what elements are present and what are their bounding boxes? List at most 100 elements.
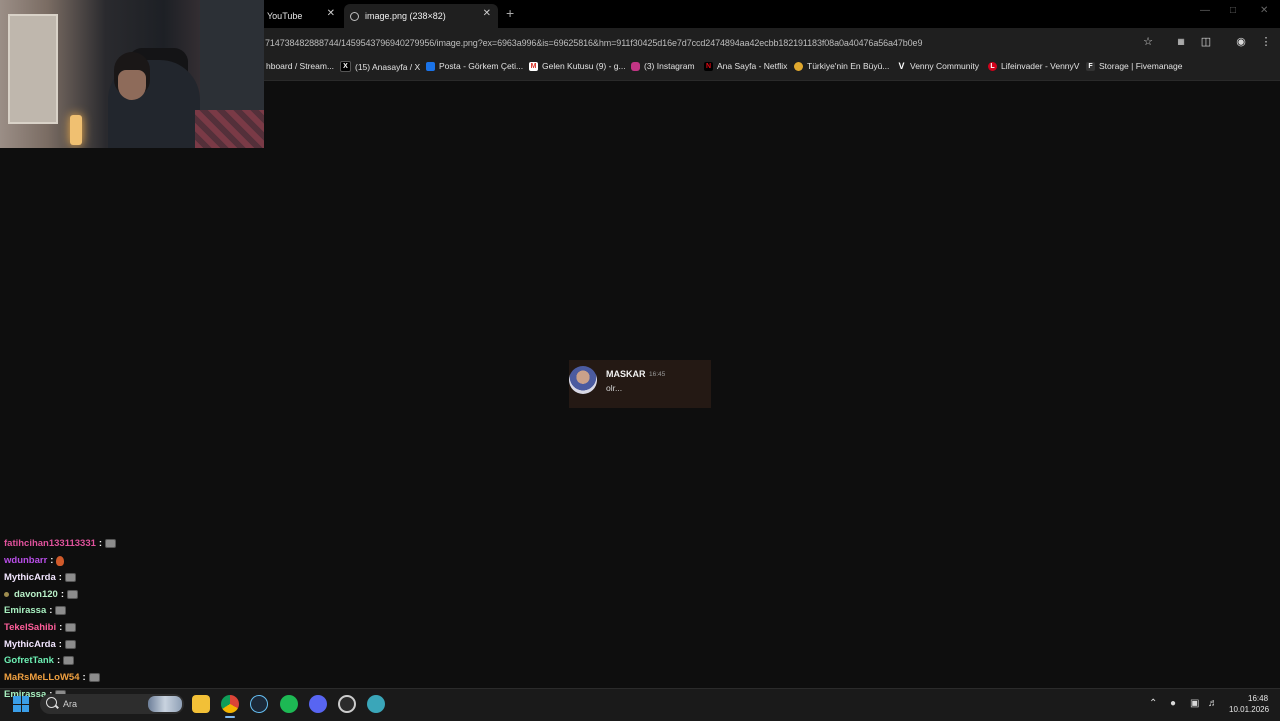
chrome-icon[interactable] bbox=[221, 695, 239, 718]
chat-message: GofretTank : bbox=[4, 655, 75, 666]
lifeinvader-icon: L bbox=[988, 61, 997, 71]
tab-label: YouTube bbox=[267, 11, 303, 21]
message-text: olr... bbox=[606, 383, 623, 393]
webcam-shelf bbox=[8, 14, 58, 124]
close-icon[interactable]: ✕ bbox=[327, 8, 335, 19]
chevron-up-icon[interactable]: ⌃ bbox=[1149, 698, 1157, 709]
maximize-icon[interactable]: □ bbox=[1230, 5, 1236, 16]
chat-separator: : bbox=[59, 622, 63, 633]
chat-username: MythicArda bbox=[4, 572, 56, 583]
netflix-icon: N bbox=[704, 61, 713, 71]
chat-separator: : bbox=[98, 538, 103, 549]
chat-username: GofretTank bbox=[4, 655, 54, 666]
badge-icon bbox=[4, 592, 9, 597]
extension-icon[interactable]: ▦ bbox=[1173, 34, 1189, 50]
emote-icon bbox=[88, 673, 100, 682]
file-explorer-icon[interactable] bbox=[192, 695, 210, 713]
bookmark-item[interactable]: N Ana Sayfa - Netflix bbox=[704, 61, 787, 71]
search-placeholder: Ara bbox=[63, 699, 78, 709]
network-icon[interactable]: ▣ bbox=[1190, 698, 1199, 709]
chat-username: fatihcihan133113331 bbox=[4, 538, 96, 549]
globe-icon bbox=[350, 11, 359, 21]
chat-separator: : bbox=[58, 572, 62, 583]
address-bar[interactable]: 714738482888744/1459543796940279956/imag… bbox=[265, 38, 922, 48]
bookmark-star-icon[interactable]: ☆ bbox=[1140, 34, 1156, 50]
search-highlight-image bbox=[148, 696, 182, 712]
browser-icon[interactable] bbox=[367, 695, 385, 713]
message-username: MASKAR bbox=[606, 369, 646, 379]
profile-avatar-icon[interactable]: ◉ bbox=[1233, 34, 1249, 50]
chat-separator: : bbox=[56, 655, 61, 666]
chat-message: Emirassa : bbox=[4, 605, 67, 616]
chat-message: wdunbarr : bbox=[4, 555, 65, 566]
microphone-icon[interactable]: ● bbox=[1170, 698, 1176, 709]
new-tab-button[interactable]: + bbox=[506, 5, 514, 21]
venny-icon: V bbox=[898, 60, 905, 71]
emote-icon bbox=[55, 606, 67, 615]
chat-username: MythicArda bbox=[4, 639, 56, 650]
search-icon bbox=[46, 697, 57, 708]
fivemanage-icon: F bbox=[1086, 61, 1095, 71]
start-button[interactable] bbox=[13, 696, 29, 712]
webcam-overlay bbox=[0, 0, 264, 148]
bookmark-item[interactable]: (3) Instagram bbox=[631, 61, 695, 71]
bookmark-item[interactable]: Türkiye'nin En Büyü... bbox=[794, 61, 889, 71]
chat-message: davon120 : bbox=[4, 589, 78, 600]
bookmark-item[interactable]: V Venny Community bbox=[897, 61, 979, 71]
fire-emote-icon bbox=[56, 555, 65, 566]
steam-icon[interactable] bbox=[250, 695, 268, 713]
instagram-icon bbox=[631, 61, 640, 71]
webcam-bed bbox=[195, 110, 264, 148]
chat-message: fatihcihan133113331 : bbox=[4, 538, 117, 549]
emote-icon bbox=[64, 573, 76, 582]
chat-message: MythicArda : bbox=[4, 572, 76, 583]
chat-message: TekelSahibi : bbox=[4, 622, 77, 633]
bookmark-item[interactable]: hboard / Stream... bbox=[266, 61, 334, 71]
message-timestamp: 16:45 bbox=[649, 371, 666, 378]
obs-icon[interactable] bbox=[338, 695, 356, 713]
chat-separator: : bbox=[50, 555, 54, 566]
tab-youtube[interactable]: YouTube ✕ bbox=[262, 4, 342, 28]
tab-label: image.png (238×82) bbox=[365, 11, 446, 21]
bookmark-item[interactable]: Posta - Görkem Çeti... bbox=[426, 61, 523, 71]
avatar bbox=[569, 366, 597, 394]
webcam-curtain bbox=[200, 0, 264, 110]
emote-icon bbox=[63, 656, 75, 665]
chat-separator: : bbox=[82, 672, 86, 683]
gmail-icon: M bbox=[529, 61, 538, 71]
chat-username: Emirassa bbox=[4, 605, 47, 616]
bookmark-item[interactable]: F Storage | Fivemanage bbox=[1086, 61, 1182, 71]
chat-username: davon120 bbox=[14, 589, 58, 600]
site-icon bbox=[794, 61, 803, 71]
spotify-icon[interactable] bbox=[280, 695, 298, 713]
clock-time[interactable]: 16:48 bbox=[1248, 694, 1268, 703]
emote-icon bbox=[65, 623, 77, 632]
discord-icon[interactable] bbox=[309, 695, 327, 713]
bookmark-item[interactable]: M Gelen Kutusu (9) - g... bbox=[529, 61, 626, 71]
volume-icon[interactable]: ♬ bbox=[1208, 698, 1218, 709]
webcam-lamp bbox=[70, 115, 82, 145]
bookmark-item[interactable]: X (15) Anasayfa / X bbox=[340, 61, 420, 72]
x-icon: X bbox=[340, 61, 351, 72]
outlook-icon bbox=[426, 61, 435, 71]
emote-icon bbox=[105, 539, 117, 548]
chat-message: MaRsMeLLoW54 : bbox=[4, 672, 100, 683]
chat-username: MaRsMeLLoW54 bbox=[4, 672, 80, 683]
chat-separator: : bbox=[49, 605, 53, 616]
emote-icon bbox=[67, 590, 78, 599]
menu-kebab-icon[interactable]: ⋮ bbox=[1258, 34, 1274, 50]
chat-username: TekelSahibi bbox=[4, 622, 57, 633]
clock-date[interactable]: 10.01.2026 bbox=[1229, 705, 1269, 714]
tab-image[interactable]: image.png (238×82) ✕ bbox=[344, 4, 498, 28]
close-window-icon[interactable]: ✕ bbox=[1260, 5, 1268, 16]
emote-icon bbox=[64, 640, 76, 649]
chat-separator: : bbox=[60, 589, 64, 600]
bookmark-item[interactable]: L Lifeinvader - VennyV bbox=[988, 61, 1079, 71]
minimize-icon[interactable]: — bbox=[1200, 5, 1210, 16]
chat-message: MythicArda : bbox=[4, 639, 76, 650]
chat-separator: : bbox=[58, 639, 62, 650]
webcam-face bbox=[118, 70, 146, 100]
extensions-puzzle-icon[interactable]: ◫ bbox=[1198, 34, 1214, 50]
chat-username: wdunbarr bbox=[4, 555, 48, 566]
close-icon[interactable]: ✕ bbox=[483, 8, 491, 19]
